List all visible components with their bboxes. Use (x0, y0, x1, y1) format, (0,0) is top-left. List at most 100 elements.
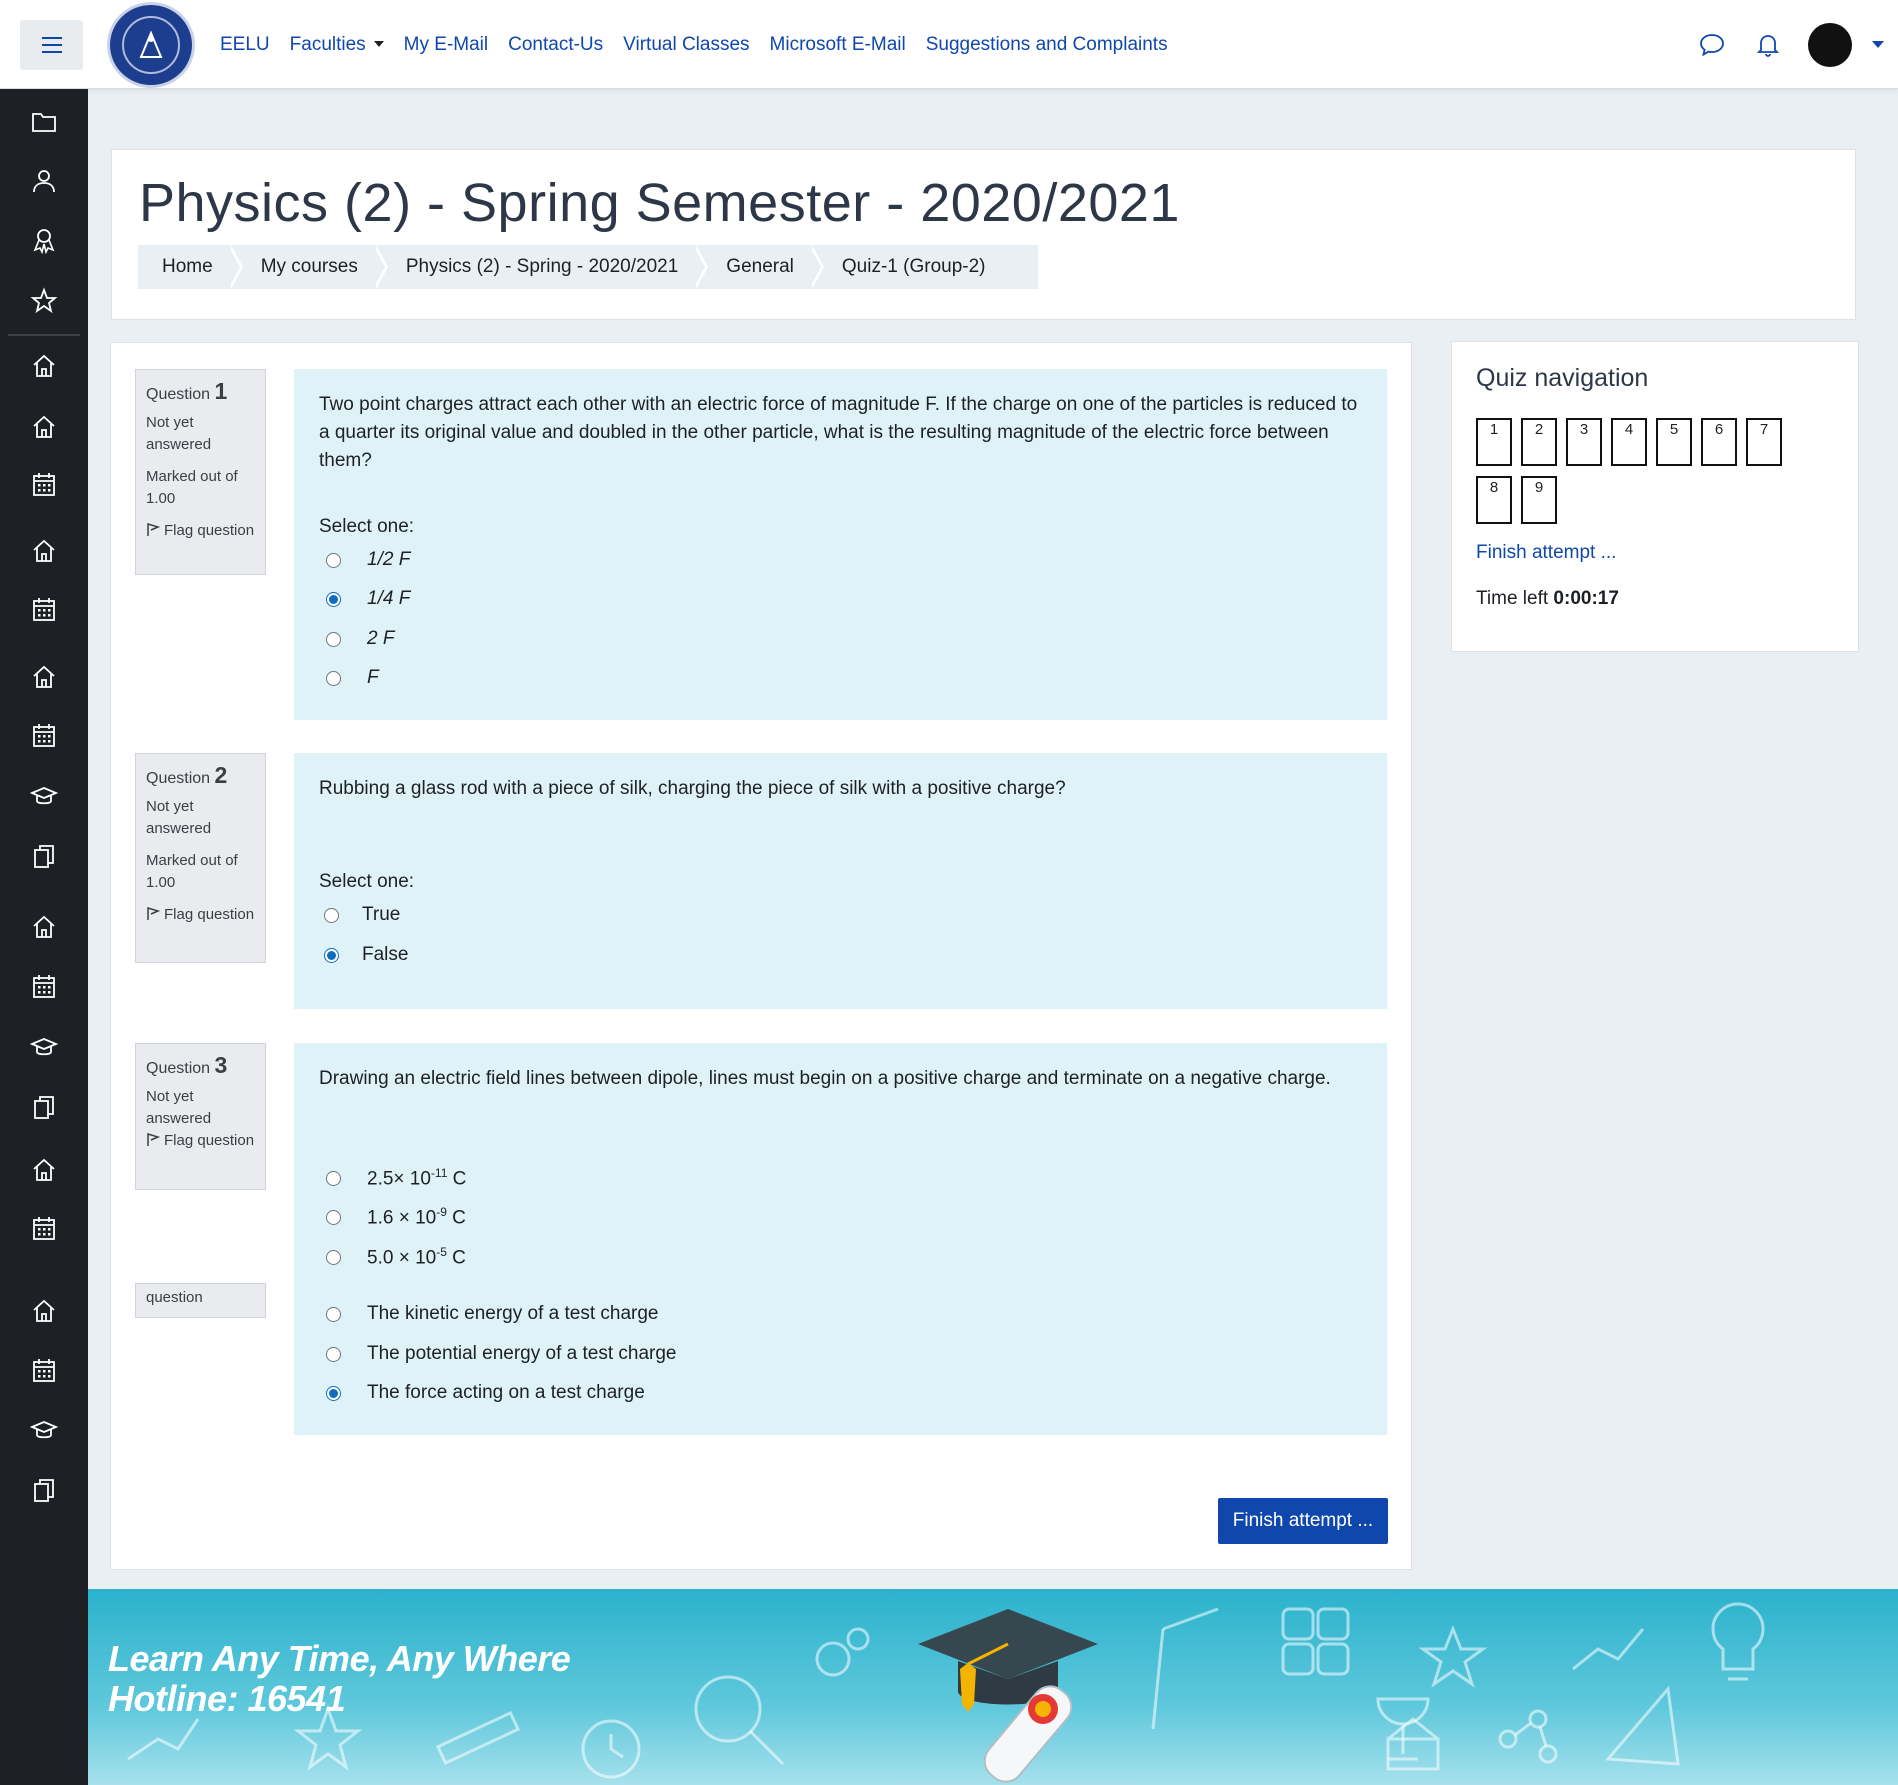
quiz-nav-button-9[interactable]: 9 (1521, 476, 1557, 524)
q3-option-a[interactable]: 2.5× 10-11 C (326, 1166, 466, 1190)
sidebar-folder-icon[interactable] (30, 107, 58, 135)
radio-button-selected[interactable] (326, 1385, 341, 1401)
top-navbar: EELU Faculties My E-Mail Contact-Us Virt… (0, 0, 1898, 89)
quiz-nav-button-3[interactable]: 3 (1566, 418, 1602, 466)
nav-link-virtual-classes[interactable]: Virtual Classes (623, 34, 749, 56)
sidebar-files-icon[interactable] (30, 1476, 58, 1504)
sidebar-calendar-icon[interactable] (30, 721, 58, 749)
sidebar-calendar-icon[interactable] (30, 470, 58, 498)
radio-button[interactable] (326, 1170, 341, 1186)
sidebar-calendar-icon[interactable] (30, 595, 58, 623)
nav-link-faculties[interactable]: Faculties (290, 34, 384, 56)
sidebar-participants-icon[interactable] (30, 167, 58, 195)
sidebar-home-icon[interactable] (30, 663, 58, 691)
quiz-nav-button-7[interactable]: 7 (1746, 418, 1782, 466)
q2-option-true[interactable]: True (324, 904, 400, 926)
quiz-nav-finish-link[interactable]: Finish attempt ... (1476, 542, 1616, 564)
page-header: Physics (2) - Spring Semester - 2020/202… (111, 149, 1856, 320)
radio-button[interactable] (326, 552, 341, 568)
breadcrumb-quiz[interactable]: Quiz-1 (Group-2) (818, 245, 1010, 289)
option-label: 2 F (367, 628, 395, 649)
nav-link-suggestions[interactable]: Suggestions and Complaints (926, 34, 1168, 56)
sidebar-graduation-cap-icon[interactable] (30, 782, 58, 810)
sidebar-home-icon[interactable] (30, 537, 58, 565)
breadcrumb-home[interactable]: Home (138, 245, 243, 289)
nav-link-contact-us[interactable]: Contact-Us (508, 34, 603, 56)
q4-option-b[interactable]: The potential energy of a test charge (326, 1343, 676, 1365)
option-label: 1/4 F (367, 588, 411, 609)
radio-button-selected[interactable] (324, 947, 339, 963)
quiz-nav-button-2[interactable]: 2 (1521, 418, 1557, 466)
sidebar-files-icon[interactable] (30, 1093, 58, 1121)
q3-option-b[interactable]: 1.6 × 10-9 C (326, 1205, 466, 1229)
sidebar-star-icon[interactable] (30, 287, 58, 315)
breadcrumb-course[interactable]: Physics (2) - Spring - 2020/2021 (382, 245, 709, 289)
sidebar-calendar-icon[interactable] (30, 1356, 58, 1384)
quiz-nav-button-1[interactable]: 1 (1476, 418, 1512, 466)
sidebar-home-icon[interactable] (30, 1156, 58, 1184)
sidebar-home-icon[interactable] (30, 352, 58, 380)
quiz-nav-button-label: 2 (1534, 421, 1544, 438)
radio-button[interactable] (326, 670, 341, 686)
quiz-nav-button-6[interactable]: 6 (1701, 418, 1737, 466)
user-menu-caret-icon[interactable] (1872, 41, 1884, 48)
q4-option-a[interactable]: The kinetic energy of a test charge (326, 1303, 659, 1325)
quiz-attempt-region: Question 1 Not yet answered Marked out o… (110, 342, 1412, 1570)
nav-link-microsoft-email[interactable]: Microsoft E-Mail (770, 34, 906, 56)
caret-down-icon (373, 41, 384, 48)
question-1-flag[interactable]: Flag question (146, 520, 255, 542)
sidebar-home-icon[interactable] (30, 413, 58, 441)
radio-button[interactable] (324, 907, 339, 923)
question-1-content: Two point charges attract each other wit… (294, 369, 1387, 720)
user-avatar[interactable] (1808, 22, 1852, 67)
q1-option-c[interactable]: 2 F (326, 628, 394, 650)
radio-button[interactable] (326, 631, 341, 647)
radio-button-selected[interactable] (326, 591, 341, 607)
q1-option-b[interactable]: 1/4 F (326, 588, 410, 610)
finish-attempt-button[interactable]: Finish attempt ... (1218, 1498, 1388, 1544)
breadcrumb-my-courses[interactable]: My courses (237, 245, 388, 289)
quiz-nav-button-8[interactable]: 8 (1476, 476, 1512, 524)
question-3-flag[interactable]: Flag question (146, 1130, 255, 1152)
question-1-number: Question 1 (146, 378, 228, 404)
radio-button[interactable] (326, 1249, 341, 1265)
q4-option-c[interactable]: The force acting on a test charge (326, 1382, 645, 1404)
question-2-flag[interactable]: Flag question (146, 904, 255, 926)
question-4-info: question (135, 1283, 266, 1318)
breadcrumb-general[interactable]: General (702, 245, 824, 289)
q1-option-d[interactable]: F (326, 667, 379, 689)
option-label: F (367, 667, 379, 688)
sidebar-files-icon[interactable] (30, 842, 58, 870)
site-logo[interactable] (107, 2, 195, 88)
q2-option-false[interactable]: False (324, 944, 408, 966)
sidebar-calendar-icon[interactable] (30, 1214, 58, 1242)
bell-icon (1756, 34, 1780, 57)
nav-link-my-email[interactable]: My E-Mail (404, 34, 488, 56)
select-one-label: Select one: (319, 871, 415, 892)
sidebar-calendar-icon[interactable] (30, 972, 58, 1000)
messages-button[interactable] (1692, 25, 1732, 65)
question-2-content: Rubbing a glass rod with a piece of silk… (294, 753, 1387, 1009)
nav-link-eelu[interactable]: EELU (220, 34, 270, 56)
quiz-nav-button-label: 6 (1714, 421, 1724, 438)
flag-icon (147, 1132, 161, 1146)
sidebar-graduation-cap-icon[interactable] (30, 1033, 58, 1061)
sidebar-home-icon[interactable] (30, 1297, 58, 1325)
q1-option-a[interactable]: 1/2 F (326, 549, 410, 571)
radio-button[interactable] (326, 1306, 341, 1322)
menu-toggle-button[interactable] (20, 20, 83, 70)
sidebar-graduation-cap-icon[interactable] (30, 1416, 58, 1444)
quiz-nav-button-5[interactable]: 5 (1656, 418, 1692, 466)
quiz-nav-button-4[interactable]: 4 (1611, 418, 1647, 466)
breadcrumb: Home My courses Physics (2) - Spring - 2… (138, 245, 1038, 289)
radio-button[interactable] (326, 1346, 341, 1362)
radio-button[interactable] (326, 1209, 341, 1225)
sidebar-home-icon[interactable] (30, 913, 58, 941)
q3-option-c[interactable]: 5.0 × 10-5 C (326, 1245, 466, 1269)
flag-icon (147, 906, 161, 920)
notifications-button[interactable] (1748, 25, 1788, 65)
question-3-number: Question 3 (146, 1052, 228, 1078)
question-4-flag-label[interactable]: question (146, 1287, 255, 1309)
question-3-state: Not yet answered (146, 1088, 212, 1127)
sidebar-badges-icon[interactable] (30, 226, 58, 254)
